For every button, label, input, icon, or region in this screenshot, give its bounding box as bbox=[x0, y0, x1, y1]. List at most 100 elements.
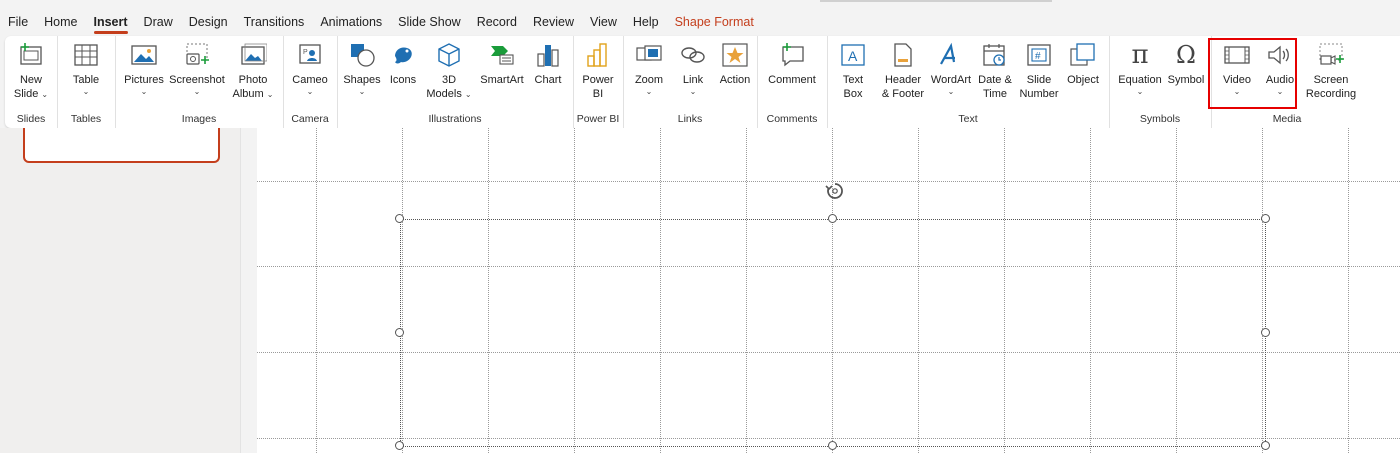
equation-button[interactable]: π Equation ⌄ bbox=[1113, 40, 1167, 110]
omega-icon: Ω bbox=[1176, 41, 1196, 69]
action-label: Action bbox=[719, 74, 751, 86]
vertical-gridline bbox=[316, 128, 317, 453]
calendar-icon bbox=[980, 40, 1010, 70]
chevron-down-icon: ⌄ bbox=[306, 87, 314, 96]
date-time-label-2: Time bbox=[982, 88, 1008, 100]
group-label-illustrations: Illustrations bbox=[428, 113, 482, 125]
group-camera: P Cameo ⌄ Camera bbox=[283, 36, 338, 128]
link-label: Link bbox=[682, 74, 704, 86]
title-bar-strip bbox=[0, 0, 1400, 10]
screen-recording-button[interactable]: Screen Recording bbox=[1303, 40, 1359, 110]
tab-slide-show[interactable]: Slide Show bbox=[390, 10, 469, 36]
group-label-links: Links bbox=[677, 113, 703, 125]
smartart-button[interactable]: SmartArt bbox=[477, 40, 527, 110]
tab-transitions[interactable]: Transitions bbox=[236, 10, 313, 36]
zoom-label: Zoom bbox=[634, 74, 664, 86]
svg-text:A: A bbox=[848, 48, 858, 64]
tab-file[interactable]: File bbox=[0, 10, 36, 36]
tab-view[interactable]: View bbox=[582, 10, 625, 36]
header-footer-label-1: Header bbox=[884, 74, 922, 86]
tab-review[interactable]: Review bbox=[525, 10, 582, 36]
screenshot-label: Screenshot bbox=[169, 74, 225, 86]
resize-handle[interactable] bbox=[1261, 441, 1270, 450]
tab-help[interactable]: Help bbox=[625, 10, 667, 36]
new-slide-button[interactable]: New Slide ⌄ bbox=[11, 40, 51, 110]
rotate-handle-icon[interactable] bbox=[824, 180, 846, 202]
link-button[interactable]: Link ⌄ bbox=[673, 40, 713, 110]
resize-handle[interactable] bbox=[395, 214, 404, 223]
chevron-down-icon: ⌄ bbox=[193, 87, 201, 96]
table-button[interactable]: Table ⌄ bbox=[66, 40, 106, 110]
group-label-tables: Tables bbox=[70, 113, 102, 125]
3d-models-button[interactable]: 3D Models ⌄ bbox=[423, 40, 475, 110]
slide-number-button[interactable]: # Slide Number bbox=[1017, 40, 1061, 110]
header-footer-icon bbox=[888, 40, 918, 70]
screenshot-button[interactable]: Screenshot ⌄ bbox=[168, 40, 226, 110]
tab-home[interactable]: Home bbox=[36, 10, 85, 36]
comment-button[interactable]: Comment bbox=[765, 40, 819, 110]
new-slide-label-1: New bbox=[19, 74, 42, 86]
selected-shape[interactable] bbox=[400, 219, 1266, 447]
shapes-icon bbox=[347, 40, 377, 70]
symbol-button[interactable]: Ω Symbol bbox=[1165, 40, 1207, 110]
resize-handle[interactable] bbox=[1261, 214, 1270, 223]
resize-handle[interactable] bbox=[828, 214, 837, 223]
slide-thumbnail[interactable] bbox=[23, 128, 220, 163]
equation-label: Equation bbox=[1118, 74, 1162, 86]
slide-thumbnail-pane bbox=[0, 128, 240, 453]
comment-icon bbox=[777, 40, 807, 70]
group-power-bi: Power BI Power BI bbox=[573, 36, 624, 128]
cameo-icon: P bbox=[295, 40, 325, 70]
resize-handle[interactable] bbox=[1261, 328, 1270, 337]
tab-record[interactable]: Record bbox=[469, 10, 525, 36]
group-comments: Comment Comments bbox=[757, 36, 828, 128]
header-footer-button[interactable]: Header & Footer bbox=[877, 40, 929, 110]
photo-album-label-2-text: Album bbox=[232, 88, 264, 100]
text-box-label-1: Text bbox=[842, 74, 864, 86]
shapes-button[interactable]: Shapes ⌄ bbox=[341, 40, 383, 110]
action-button[interactable]: Action bbox=[715, 40, 755, 110]
pictures-button[interactable]: Pictures ⌄ bbox=[120, 40, 168, 110]
chevron-down-icon: ⌄ bbox=[464, 90, 472, 99]
power-bi-label-1: Power bbox=[582, 74, 614, 86]
tab-insert[interactable]: Insert bbox=[86, 10, 136, 36]
comment-label: Comment bbox=[768, 74, 816, 86]
date-time-button[interactable]: Date & Time bbox=[973, 40, 1017, 110]
wordart-icon bbox=[936, 40, 966, 70]
pane-splitter[interactable] bbox=[240, 128, 257, 453]
cube-icon bbox=[434, 40, 464, 70]
table-label: Table bbox=[72, 74, 100, 86]
chevron-down-icon: ⌄ bbox=[266, 90, 274, 99]
group-text: A Text Box Header & Footer WordArt ⌄ Dat… bbox=[827, 36, 1110, 128]
resize-handle[interactable] bbox=[828, 441, 837, 450]
photo-album-button[interactable]: Photo Album ⌄ bbox=[228, 40, 278, 110]
new-slide-label-2: Slide ⌄ bbox=[14, 87, 48, 101]
object-label: Object bbox=[1067, 74, 1099, 86]
zoom-button[interactable]: Zoom ⌄ bbox=[629, 40, 669, 110]
icons-button[interactable]: Icons bbox=[385, 40, 421, 110]
slide-number-label-2: Number bbox=[1019, 88, 1059, 100]
chevron-down-icon: ⌄ bbox=[645, 87, 653, 96]
slide-number-label-1: Slide bbox=[1026, 74, 1052, 86]
link-icon bbox=[678, 40, 708, 70]
chart-button[interactable]: Chart bbox=[529, 40, 567, 110]
group-label-media: Media bbox=[1272, 113, 1302, 125]
text-box-button[interactable]: A Text Box bbox=[833, 40, 873, 110]
power-bi-button[interactable]: Power BI bbox=[579, 40, 617, 110]
group-label-power-bi: Power BI bbox=[576, 113, 620, 125]
resize-handle[interactable] bbox=[395, 328, 404, 337]
smartart-icon bbox=[487, 40, 517, 70]
cameo-button[interactable]: P Cameo ⌄ bbox=[289, 40, 331, 110]
tab-draw[interactable]: Draw bbox=[136, 10, 181, 36]
smartart-label: SmartArt bbox=[480, 74, 524, 86]
tab-shape-format[interactable]: Shape Format bbox=[667, 10, 762, 36]
wordart-button[interactable]: WordArt ⌄ bbox=[929, 40, 973, 110]
tab-design[interactable]: Design bbox=[181, 10, 236, 36]
resize-handle[interactable] bbox=[395, 441, 404, 450]
object-icon bbox=[1068, 40, 1098, 70]
group-label-comments: Comments bbox=[766, 113, 818, 125]
chevron-down-icon: ⌄ bbox=[689, 87, 697, 96]
chart-label: Chart bbox=[534, 74, 562, 86]
object-button[interactable]: Object bbox=[1061, 40, 1105, 110]
tab-animations[interactable]: Animations bbox=[312, 10, 390, 36]
